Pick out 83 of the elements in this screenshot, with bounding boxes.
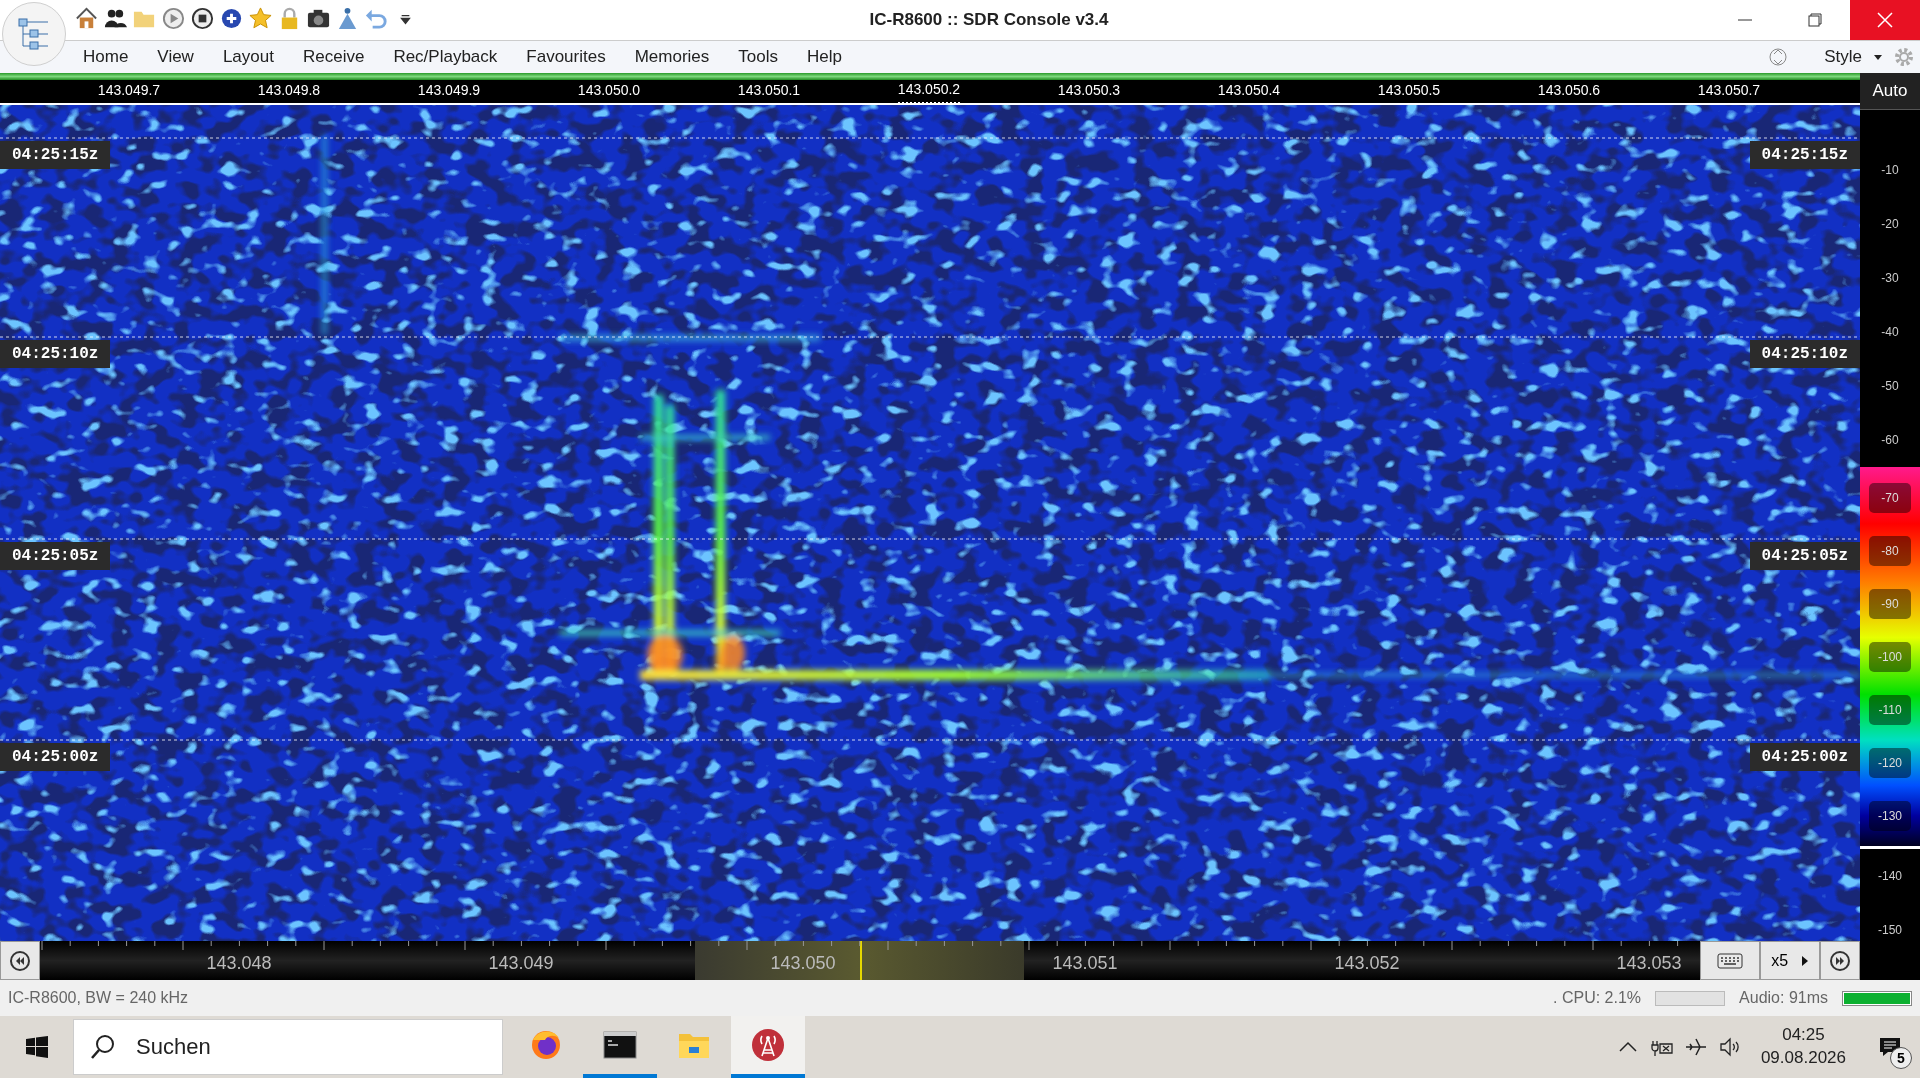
time-label: 04:25:00z xyxy=(0,743,111,771)
level-label: -80 xyxy=(1869,535,1911,566)
menu-item[interactable]: Rec/Playback xyxy=(393,44,498,70)
close-icon xyxy=(1877,12,1893,28)
frequency-label: 143.050.7 xyxy=(1697,81,1761,100)
frequency-label: 143.051 xyxy=(1052,952,1118,975)
frequency-label: 143.053 xyxy=(1616,952,1682,975)
keyboard-icon xyxy=(1717,952,1743,969)
search-field[interactable]: Suchen xyxy=(73,1019,503,1075)
level-label: -90 xyxy=(1869,588,1911,619)
star-icon[interactable] xyxy=(248,6,273,31)
level-label: -140 xyxy=(1878,868,1902,885)
menu-item[interactable]: Receive xyxy=(302,44,365,70)
time-label: 04:25:10z xyxy=(1749,340,1860,368)
menu-item[interactable]: Help xyxy=(807,44,842,70)
frequency-label: 143.049 xyxy=(488,952,554,975)
rewind-icon xyxy=(9,949,31,972)
frequency-label: 143.050 xyxy=(770,952,836,975)
terminal-icon xyxy=(603,1028,637,1062)
time-label: 04:25:15z xyxy=(1749,141,1860,169)
level-label: -10 xyxy=(1881,162,1899,179)
level-label: -100 xyxy=(1869,641,1911,672)
cpu-meter xyxy=(1655,990,1726,1006)
level-label: -70 xyxy=(1869,482,1911,513)
restore-icon xyxy=(1808,13,1822,27)
home-icon[interactable] xyxy=(74,6,99,31)
window-title: IC-R8600 :: SDR Console v3.4 xyxy=(869,9,1109,32)
frequency-label: 143.049.8 xyxy=(257,81,321,100)
browser-icon xyxy=(529,1028,563,1062)
frequency-label: 143.050.1 xyxy=(737,81,801,100)
zoom-dropdown[interactable]: x5 xyxy=(1760,941,1820,980)
level-label: -110 xyxy=(1869,694,1911,725)
level-label: -150 xyxy=(1878,922,1902,939)
time-label: 04:25:10z xyxy=(0,340,111,368)
keyboard-button[interactable] xyxy=(1700,941,1760,980)
menu-item[interactable]: Layout xyxy=(222,44,274,70)
menu-item[interactable]: Favourites xyxy=(526,44,606,70)
time-label: 04:25:05z xyxy=(1749,542,1860,570)
notification-count: 5 xyxy=(1890,1047,1912,1069)
frequency-label: 143.050.6 xyxy=(1537,81,1601,100)
style-menu[interactable]: Style xyxy=(1824,44,1862,70)
frequency-label: 143.048 xyxy=(206,952,272,975)
frequency-label: 143.050.0 xyxy=(577,81,641,100)
level-label: -60 xyxy=(1881,432,1899,449)
frequency-label: 143.049.9 xyxy=(417,81,481,100)
cpu-status: . CPU: 2.1% xyxy=(1553,988,1642,1008)
menu-item[interactable]: Memories xyxy=(634,44,710,70)
level-label: -40 xyxy=(1881,324,1899,341)
audio-status: Audio: 91ms xyxy=(1739,988,1828,1008)
rewind-button[interactable] xyxy=(0,941,40,980)
search-icon xyxy=(90,1034,116,1060)
frequency-label: 143.049.7 xyxy=(97,81,161,100)
stop-icon[interactable] xyxy=(190,6,215,31)
audio-meter xyxy=(1842,990,1912,1006)
frequency-label: 143.052 xyxy=(1334,952,1400,975)
fast-forward-icon xyxy=(1829,949,1851,972)
frequency-label: 143.050.5 xyxy=(1377,81,1441,100)
time-label: 04:25:05z xyxy=(0,542,111,570)
notification-button[interactable]: 5 xyxy=(1860,1027,1920,1067)
menu-item[interactable]: Tools xyxy=(738,44,778,70)
level-label: -120 xyxy=(1869,747,1911,778)
windows-icon xyxy=(25,1036,48,1058)
antenna-icon xyxy=(751,1028,785,1062)
menu-item[interactable]: Home xyxy=(83,44,129,70)
speaker-icon xyxy=(1717,1035,1742,1059)
auto-button[interactable]: Auto xyxy=(1860,73,1920,110)
fast-forward-button[interactable] xyxy=(1820,941,1860,980)
frequency-label: 143.050.3 xyxy=(1057,81,1121,100)
caret-icon xyxy=(1800,954,1809,967)
clock[interactable]: 04:25 09.08.2026 xyxy=(1746,1024,1860,1070)
level-label: -30 xyxy=(1881,270,1899,287)
time-label: 04:25:00z xyxy=(1749,743,1860,771)
frequency-label: 143.050.4 xyxy=(1217,81,1281,100)
caret-icon[interactable] xyxy=(1873,52,1883,62)
tuning-marker[interactable] xyxy=(860,941,862,980)
time-label: 04:25:15z xyxy=(0,141,111,169)
level-label: -50 xyxy=(1881,378,1899,395)
device-status: IC-R8600, BW = 240 kHz xyxy=(8,988,189,1008)
add-icon[interactable] xyxy=(219,6,244,31)
search-input[interactable]: Suchen xyxy=(134,1022,494,1072)
level-label: -20 xyxy=(1881,216,1899,233)
level-label: -130 xyxy=(1869,800,1911,831)
menu-item[interactable]: View xyxy=(157,44,194,70)
